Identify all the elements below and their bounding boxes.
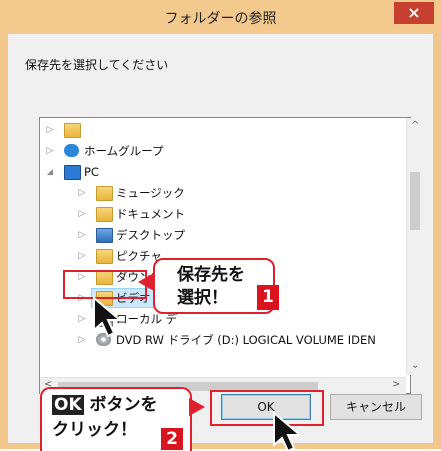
- tree-item-label: DVD RW ドライブ (D:) LOGICAL VOLUME IDEN: [116, 333, 376, 347]
- expand-icon[interactable]: ▷: [78, 204, 86, 224]
- tree-item-label: PC: [84, 165, 99, 179]
- tree-item-pc[interactable]: ◢ PC: [40, 162, 410, 182]
- tree-item[interactable]: ▷: [40, 120, 410, 140]
- scroll-up-icon[interactable]: ^: [411, 120, 419, 131]
- folder-tree[interactable]: ▷ ▷ ホームグループ ◢ PC ▷ ミュージック ▷ ドキュメント ▷ デスク…: [39, 117, 411, 394]
- callout-text-line2: クリック！: [52, 420, 137, 440]
- tree-item-homegroup[interactable]: ▷ ホームグループ: [40, 141, 410, 161]
- homegroup-icon: [64, 144, 79, 157]
- scroll-down-icon[interactable]: ⌄: [411, 360, 419, 371]
- expand-icon[interactable]: ▷: [78, 225, 86, 245]
- expand-icon[interactable]: ▷: [78, 246, 86, 266]
- callout-text-line1: 保存先を: [177, 265, 245, 285]
- tree-item-music[interactable]: ▷ ミュージック: [40, 183, 410, 203]
- close-button[interactable]: ×: [394, 2, 434, 24]
- collapse-icon[interactable]: ◢: [46, 162, 54, 182]
- instruction-text: 保存先を選択してください: [25, 58, 169, 72]
- library-icon: [64, 123, 81, 138]
- dialog-body: 保存先を選択してください ▷ ▷ ホームグループ ◢ PC ▷ ミュージック ▷…: [8, 34, 433, 443]
- expand-icon[interactable]: ▷: [78, 330, 86, 350]
- tree-item-documents[interactable]: ▷ ドキュメント: [40, 204, 410, 224]
- vertical-scrollbar[interactable]: ^ ⌄: [406, 118, 423, 375]
- pictures-folder-icon: [96, 249, 113, 264]
- step-number-badge: 1: [257, 285, 279, 310]
- desktop-folder-icon: [96, 228, 113, 243]
- callout-pointer: [189, 398, 205, 416]
- documents-folder-icon: [96, 207, 113, 222]
- scroll-right-icon[interactable]: >: [392, 379, 400, 390]
- expand-icon[interactable]: ▷: [46, 120, 54, 140]
- expand-icon[interactable]: ▷: [78, 183, 86, 203]
- music-folder-icon: [96, 186, 113, 201]
- expand-icon[interactable]: ▷: [78, 309, 86, 329]
- dialog-title: フォルダーの参照: [164, 11, 277, 27]
- callout-text-line2: 選択！: [177, 288, 228, 308]
- callout-text-line1: OK ボタンを: [52, 395, 158, 415]
- tree-item-label: ミュージック: [116, 186, 185, 200]
- expand-icon[interactable]: ▷: [46, 141, 54, 161]
- tree-item-label: デスクトップ: [116, 228, 185, 242]
- highlight-box: [210, 390, 324, 426]
- step-number-badge: 2: [161, 428, 183, 450]
- mouse-cursor-icon: [93, 296, 123, 338]
- folder-browse-dialog: フォルダーの参照 × 保存先を選択してください ▷ ▷ ホームグループ ◢ PC: [0, 0, 441, 451]
- title-bar[interactable]: フォルダーの参照 ×: [0, 0, 441, 34]
- tree-item-label: ドキュメント: [116, 207, 185, 221]
- ok-label-highlight: OK: [52, 395, 84, 415]
- vertical-scroll-thumb[interactable]: [410, 172, 420, 230]
- computer-icon: [64, 165, 81, 180]
- tree-item-label: ホームグループ: [84, 144, 164, 158]
- cancel-button[interactable]: キャンセル: [330, 394, 422, 420]
- highlight-box: [63, 270, 147, 299]
- tree-item-desktop[interactable]: ▷ デスクトップ: [40, 225, 410, 245]
- mouse-cursor-icon: [273, 411, 303, 451]
